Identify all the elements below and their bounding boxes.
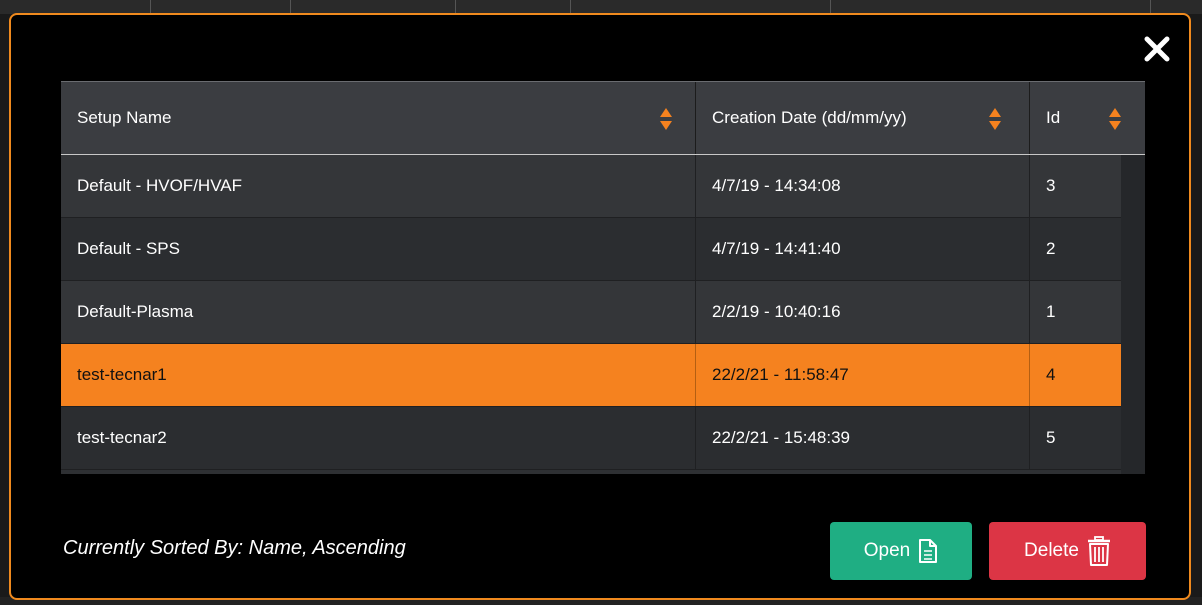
column-header-label: Setup Name [77, 108, 172, 127]
sort-icon[interactable] [988, 107, 1002, 131]
table-row[interactable]: Default-Plasma 2/2/19 - 10:40:16 1 [61, 281, 1121, 344]
table-row[interactable]: Default - SPS 4/7/19 - 14:41:40 2 [61, 218, 1121, 281]
cell-creation-date: 4/7/19 - 14:41:40 [695, 218, 1029, 280]
cell-creation-date: 22/2/21 - 15:48:39 [695, 407, 1029, 469]
setups-table: Setup Name Creation Date (dd/mm/yy) Id D… [61, 81, 1145, 474]
cell-setup-name: Default - SPS [77, 239, 180, 258]
background-app-strip [0, 0, 1202, 14]
cell-creation-date: 2/2/19 - 10:40:16 [695, 281, 1029, 343]
delete-button-label: Delete [1024, 540, 1079, 561]
cell-setup-name: Default-Plasma [77, 302, 194, 321]
close-icon [1144, 36, 1170, 62]
cell-creation-date: 4/7/19 - 14:34:08 [695, 155, 1029, 217]
cell-creation-date: 22/2/21 - 11:58:47 [695, 344, 1029, 406]
sort-icon[interactable] [1108, 107, 1122, 131]
column-header-creation-date[interactable]: Creation Date (dd/mm/yy) [695, 82, 1029, 154]
column-header-setup-name[interactable]: Setup Name [61, 82, 695, 154]
table-row[interactable]: test-tecnar2 22/2/21 - 15:48:39 5 [61, 407, 1121, 470]
table-scrollbar[interactable] [1121, 155, 1145, 474]
document-icon [919, 539, 938, 563]
column-header-id[interactable]: Id [1029, 82, 1145, 154]
sort-status-text: Currently Sorted By: Name, Ascending [63, 537, 406, 559]
trash-icon [1087, 536, 1110, 566]
open-button[interactable]: Open [830, 522, 972, 580]
setup-selection-modal: Setup Name Creation Date (dd/mm/yy) Id D… [9, 13, 1191, 600]
cell-setup-name: test-tecnar2 [77, 428, 167, 447]
cell-id: 5 [1029, 407, 1121, 469]
cell-id: 2 [1029, 218, 1121, 280]
close-button[interactable] [1139, 31, 1175, 67]
cell-setup-name: Default - HVOF/HVAF [77, 176, 242, 195]
cell-id: 3 [1029, 155, 1121, 217]
table-row-selected[interactable]: test-tecnar1 22/2/21 - 11:58:47 4 [61, 344, 1121, 407]
column-header-label: Id [1046, 108, 1061, 127]
column-header-label: Creation Date (dd/mm/yy) [712, 108, 907, 127]
delete-button[interactable]: Delete [989, 522, 1146, 580]
sort-icon[interactable] [659, 107, 673, 131]
table-header: Setup Name Creation Date (dd/mm/yy) Id [61, 81, 1145, 155]
table-row[interactable]: Default - HVOF/HVAF 4/7/19 - 14:34:08 3 [61, 155, 1121, 218]
open-button-label: Open [863, 540, 911, 561]
cell-id: 4 [1029, 344, 1121, 406]
cell-setup-name: test-tecnar1 [77, 365, 167, 384]
cell-id: 1 [1029, 281, 1121, 343]
